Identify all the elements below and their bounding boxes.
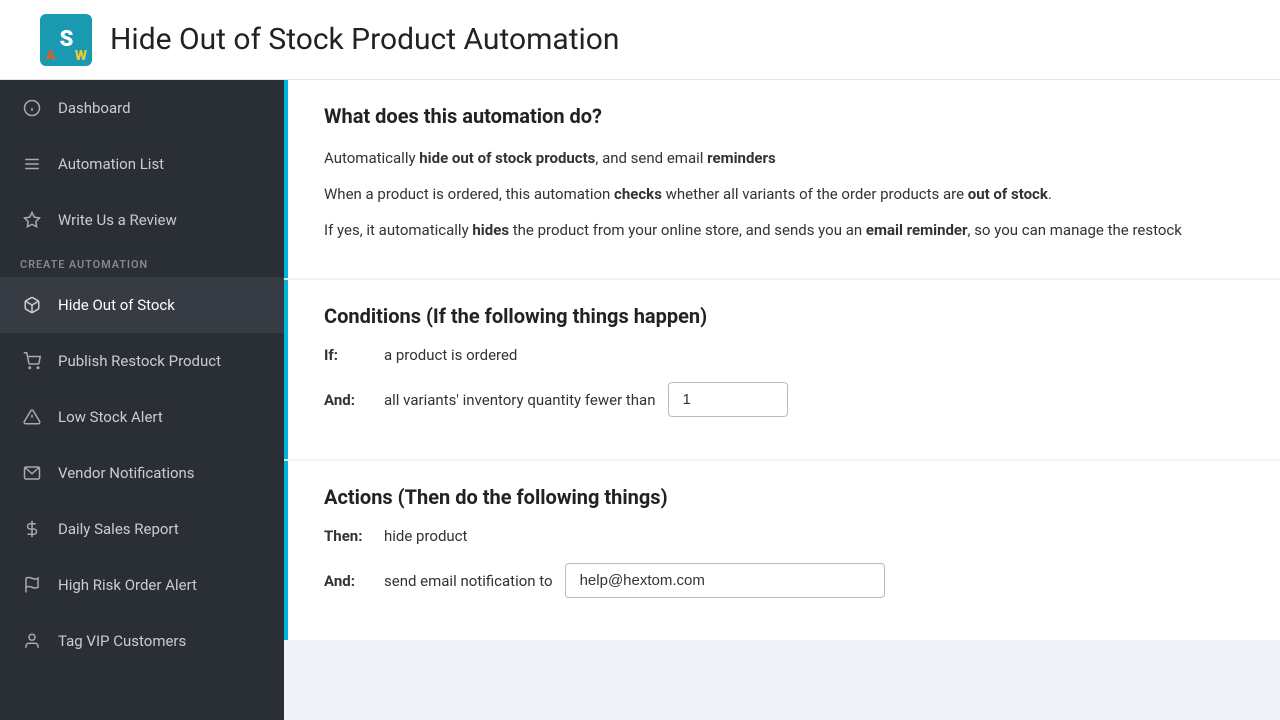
app-header: S W A Hide Out of Stock Product Automati… [0, 0, 1280, 80]
sidebar-label-dashboard: Dashboard [58, 99, 131, 117]
action-email-input[interactable] [565, 563, 885, 598]
sidebar-label-vendor-notifications: Vendor Notifications [58, 464, 195, 482]
dollar-icon [20, 517, 44, 541]
desc-line-2: When a product is ordered, this automati… [324, 182, 1244, 206]
desc1-bold2: reminders [707, 149, 776, 167]
condition-row2-label: And: [324, 391, 384, 409]
sidebar-item-daily-sales-report[interactable]: Daily Sales Report [0, 501, 284, 557]
main-layout: Dashboard Automation List Write Us a Rev… [0, 80, 1280, 720]
sidebar-item-tag-vip-customers[interactable]: Tag VIP Customers [0, 613, 284, 669]
sidebar-item-vendor-notifications[interactable]: Vendor Notifications [0, 445, 284, 501]
sidebar-label-automation-list: Automation List [58, 155, 164, 173]
action-row2-text: send email notification to [384, 572, 553, 590]
condition-row-1: If: a product is ordered [324, 346, 1244, 364]
desc-line-1: Automatically hide out of stock products… [324, 146, 1244, 170]
sidebar-item-low-stock-alert[interactable]: Low Stock Alert [0, 389, 284, 445]
sidebar-item-dashboard[interactable]: Dashboard [0, 80, 284, 136]
condition-row2-text: all variants' inventory quantity fewer t… [384, 391, 656, 409]
condition-row-2: And: all variants' inventory quantity fe… [324, 382, 1244, 417]
section1-title: What does this automation do? [324, 104, 1244, 128]
sidebar-label-publish-restock: Publish Restock Product [58, 352, 221, 370]
sidebar-item-hide-out-of-stock[interactable]: Hide Out of Stock [0, 277, 284, 333]
list-icon [20, 152, 44, 176]
action-row1-label: Then: [324, 527, 384, 545]
section-conditions: Conditions (If the following things happ… [284, 280, 1280, 459]
info-icon [20, 96, 44, 120]
logo-a: A [46, 48, 55, 64]
desc3-bold2: email reminder [866, 221, 968, 239]
desc2-middle2: . [1048, 185, 1052, 203]
sidebar-label-hide-out-of-stock: Hide Out of Stock [58, 296, 175, 314]
desc3-middle1: the product from your online store, and … [509, 221, 866, 239]
sidebar-label-daily-sales-report: Daily Sales Report [58, 520, 179, 538]
star-icon [20, 208, 44, 232]
section2-title: Conditions (If the following things happ… [324, 304, 1244, 328]
desc2-bold2: out of stock [968, 185, 1048, 203]
logo-s: S [60, 27, 73, 52]
desc3-prefix: If yes, it automatically [324, 221, 472, 239]
sidebar-label-tag-vip-customers: Tag VIP Customers [58, 632, 186, 650]
sidebar-item-write-review[interactable]: Write Us a Review [0, 192, 284, 248]
action-row-2: And: send email notification to [324, 563, 1244, 598]
desc3-suffix: , so you can manage the restock [968, 221, 1182, 239]
box-icon [20, 293, 44, 317]
desc1-prefix: Automatically [324, 149, 419, 167]
email-icon [20, 461, 44, 485]
action-row-1: Then: hide product [324, 527, 1244, 545]
desc2-middle1: whether all variants of the order produc… [662, 185, 968, 203]
desc-line-3: If yes, it automatically hides the produ… [324, 218, 1244, 242]
desc3-bold1: hides [472, 221, 509, 239]
sidebar-item-automation-list[interactable]: Automation List [0, 136, 284, 192]
page-title: Hide Out of Stock Product Automation [110, 22, 620, 57]
action-row2-label: And: [324, 572, 384, 590]
desc1-middle: , and send email [595, 149, 707, 167]
sidebar-label-high-risk-order-alert: High Risk Order Alert [58, 576, 197, 594]
desc1-bold1: hide out of stock products [419, 149, 595, 167]
create-automation-label: CREATE AUTOMATION [0, 248, 284, 277]
sidebar-item-high-risk-order-alert[interactable]: High Risk Order Alert [0, 557, 284, 613]
action-row1-text: hide product [384, 527, 467, 545]
condition-quantity-input[interactable] [668, 382, 788, 417]
person-icon [20, 629, 44, 653]
sidebar-item-publish-restock[interactable]: Publish Restock Product [0, 333, 284, 389]
desc2-bold1: checks [614, 185, 662, 203]
condition-row1-label: If: [324, 346, 384, 364]
cart-icon [20, 349, 44, 373]
logo-w: W [75, 48, 86, 64]
warning-icon [20, 405, 44, 429]
section-actions: Actions (Then do the following things) T… [284, 461, 1280, 640]
section3-title: Actions (Then do the following things) [324, 485, 1244, 509]
sidebar-label-low-stock-alert: Low Stock Alert [58, 408, 163, 426]
condition-row1-text: a product is ordered [384, 346, 517, 364]
app-logo: S W A [40, 14, 92, 66]
desc2-prefix: When a product is ordered, this automati… [324, 185, 614, 203]
sidebar: Dashboard Automation List Write Us a Rev… [0, 80, 284, 720]
section-description: What does this automation do? Automatica… [284, 80, 1280, 278]
sidebar-label-write-review: Write Us a Review [58, 211, 177, 229]
flag-icon [20, 573, 44, 597]
main-content: What does this automation do? Automatica… [284, 80, 1280, 720]
